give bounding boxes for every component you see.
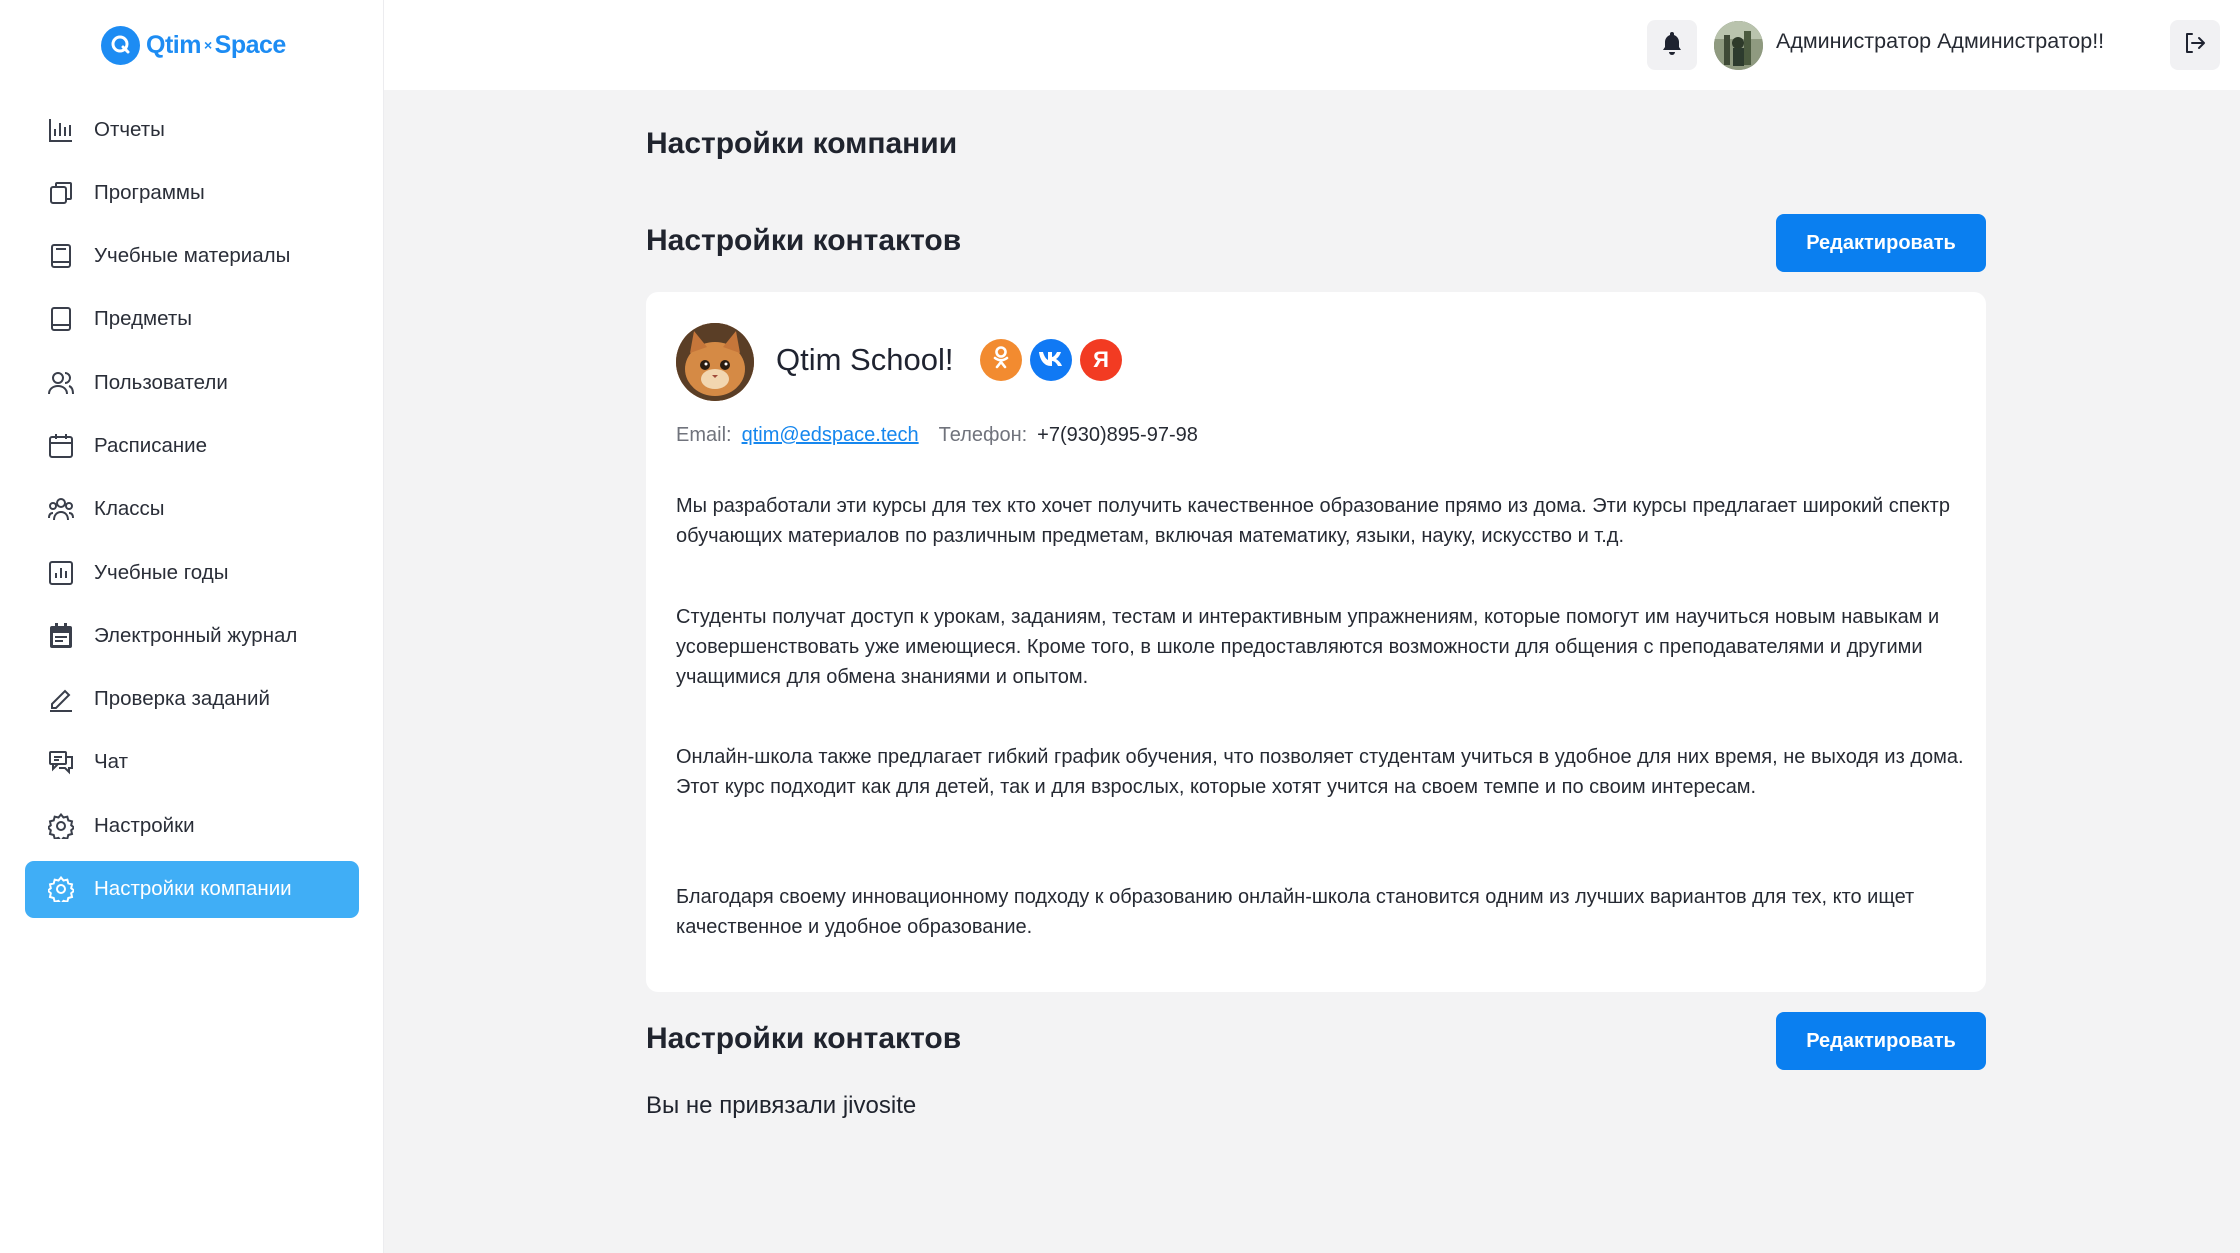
vk-link[interactable]	[1030, 339, 1072, 381]
bell-icon	[1661, 31, 1683, 60]
sidebar-item-label: Учебные материалы	[94, 244, 291, 268]
sidebar: Qtim × Space Отчеты Программы Учебные ма…	[0, 0, 384, 1253]
sidebar-nav: Отчеты Программы Учебные материалы Предм…	[25, 101, 359, 924]
sidebar-item-label: Настройки	[94, 813, 195, 837]
email-link[interactable]: qtim@edspace.tech	[742, 424, 919, 447]
odnoklassniki-link[interactable]	[980, 339, 1022, 381]
contacts-section-title: Настройки контактов	[646, 224, 962, 257]
user-avatar[interactable]	[1714, 21, 1763, 70]
sidebar-item-label: Проверка заданий	[94, 687, 270, 711]
chat-icon	[46, 747, 76, 777]
company-name: Qtim School!	[776, 342, 954, 377]
description-paragraph: Онлайн-школа также предлагает гибкий гра…	[676, 746, 1964, 798]
sidebar-item-subjects[interactable]: Предметы	[25, 291, 359, 348]
sidebar-item-label: Учебные годы	[94, 560, 229, 584]
sidebar-item-settings[interactable]: Настройки	[25, 797, 359, 854]
edit-contacts-button[interactable]: Редактировать	[1776, 214, 1986, 272]
email-label: Email:	[676, 424, 732, 446]
description-paragraph: Студенты получат доступ к урокам, задани…	[676, 606, 1940, 688]
book-icon	[46, 304, 76, 334]
jivo-status-text: Вы не привязали jivosite	[646, 1092, 917, 1119]
company-avatar	[676, 323, 754, 401]
sidebar-item-chat[interactable]: Чат	[25, 734, 359, 791]
sidebar-item-classes[interactable]: Классы	[25, 481, 359, 538]
ok-icon	[991, 345, 1011, 375]
sidebar-item-programs[interactable]: Программы	[25, 164, 359, 221]
sidebar-item-users[interactable]: Пользователи	[25, 354, 359, 411]
sidebar-item-label: Классы	[94, 497, 165, 521]
users-icon	[46, 368, 76, 398]
logout-button[interactable]	[2170, 20, 2220, 70]
bar-chart-icon	[46, 115, 76, 145]
calendar-icon	[46, 431, 76, 461]
contact-info: Email: qtim@edspace.tech Телефон: +7(930…	[676, 424, 1198, 447]
sidebar-item-label: Настройки компании	[94, 877, 292, 901]
sidebar-item-journal[interactable]: Электронный журнал	[25, 607, 359, 664]
qtim-logo-icon	[101, 25, 140, 65]
sidebar-item-label: Электронный журнал	[94, 623, 298, 647]
sidebar-item-label: Расписание	[94, 433, 208, 457]
description-paragraph: Благодаря своему инновационному подходу …	[676, 886, 1915, 938]
sidebar-item-company-settings[interactable]: Настройки компании	[25, 860, 359, 918]
brand-name-right: Space	[214, 30, 287, 59]
company-contacts-card: Qtim School! Я Email: qtim@edspace.tech …	[646, 292, 1986, 992]
description-paragraph: Мы разработали эти курсы для тех кто хоч…	[676, 495, 1950, 547]
sidebar-item-materials[interactable]: Учебные материалы	[25, 228, 359, 285]
sidebar-item-label: Отчеты	[94, 117, 165, 141]
gear-icon	[46, 874, 76, 904]
notifications-button[interactable]	[1647, 20, 1697, 70]
chart-box-icon	[46, 558, 76, 588]
book-icon	[46, 241, 76, 271]
brand-name-sep: ×	[203, 37, 212, 53]
gear-icon	[46, 811, 76, 841]
brand-name: Qtim × Space	[146, 31, 286, 60]
logout-icon	[2183, 31, 2207, 60]
phone-value: +7(930)895-97-98	[1037, 424, 1198, 446]
sidebar-item-label: Программы	[94, 180, 205, 204]
sidebar-item-label: Предметы	[94, 307, 192, 331]
copy-icon	[46, 178, 76, 208]
group-icon	[46, 494, 76, 524]
pencil-icon	[46, 684, 76, 714]
page-title: Настройки компании	[646, 127, 958, 160]
sidebar-item-reports[interactable]: Отчеты	[25, 101, 359, 158]
yandex-link[interactable]: Я	[1080, 339, 1122, 381]
brand-logo[interactable]: Qtim × Space	[101, 24, 286, 66]
calendar-filled-icon	[46, 621, 76, 651]
sidebar-item-schedule[interactable]: Расписание	[25, 417, 359, 474]
sidebar-item-task-review[interactable]: Проверка заданий	[25, 671, 359, 728]
jivo-section-title: Настройки контактов	[646, 1022, 962, 1055]
phone-label: Телефон:	[938, 424, 1028, 446]
sidebar-item-academic-years[interactable]: Учебные годы	[25, 544, 359, 601]
edit-jivo-button[interactable]: Редактировать	[1776, 1012, 1986, 1070]
vk-icon	[1038, 350, 1064, 370]
user-name[interactable]: Администратор Администратор!!	[1776, 29, 2104, 54]
sidebar-item-label: Чат	[94, 750, 129, 774]
sidebar-item-label: Пользователи	[94, 370, 228, 394]
brand-name-left: Qtim	[146, 30, 201, 59]
